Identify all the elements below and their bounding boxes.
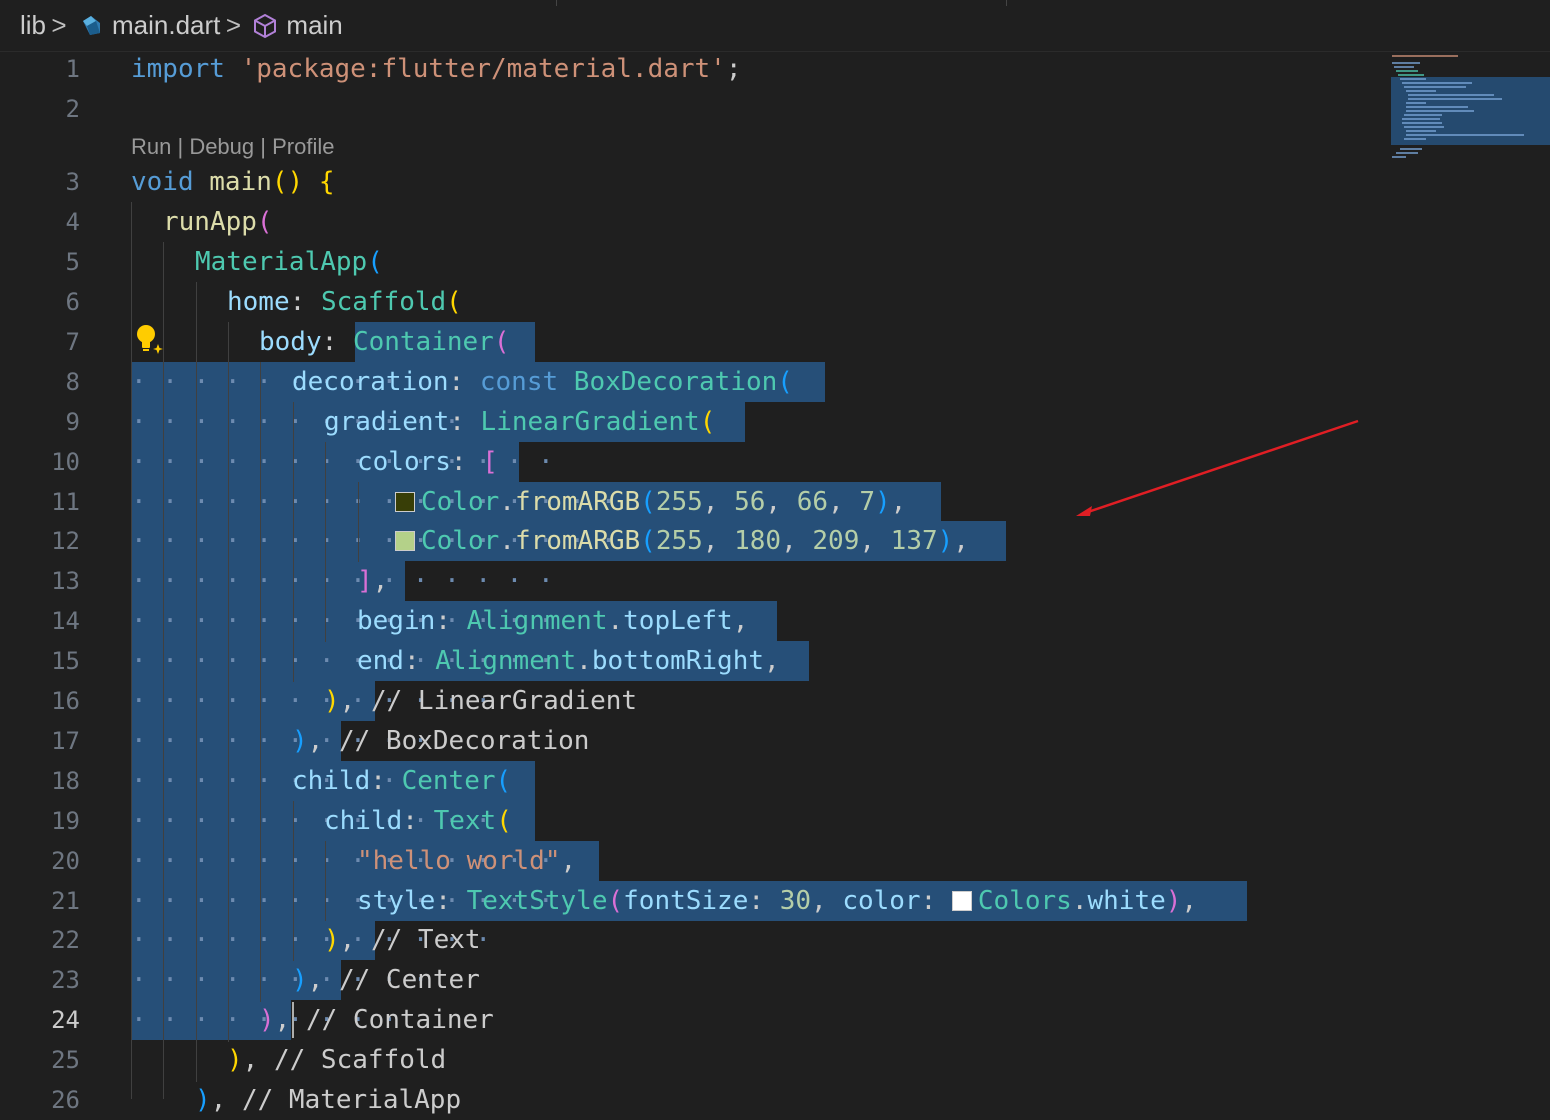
cube-icon [250, 11, 280, 41]
code-line-24: ), // Container [259, 1005, 494, 1035]
codelens-debug[interactable]: Debug [189, 134, 254, 159]
code-line-1: import 'package:flutter/material.dart'; [131, 54, 742, 84]
code-line-19: child: Text( [324, 806, 512, 836]
color-swatch-icon[interactable] [951, 891, 972, 911]
line-number[interactable]: 25 [0, 1040, 80, 1080]
code-line-14: begin: Alignment.topLeft, [357, 606, 749, 636]
code-line-12: Color.fromARGB(255, 180, 209, 137), [395, 521, 969, 561]
line-number[interactable]: 7 [0, 322, 80, 362]
lightbulb-icon[interactable] [132, 322, 166, 356]
code-line-4: runApp( [163, 207, 273, 237]
breadcrumb: lib > main.dart > main [0, 0, 1550, 52]
line-number[interactable]: 3 [0, 162, 80, 202]
codelens-profile[interactable]: Profile [272, 134, 334, 159]
annotation-arrow [1076, 419, 1359, 516]
line-number[interactable]: 14 [0, 601, 80, 641]
line-number[interactable]: 15 [0, 641, 80, 681]
code-editor[interactable]: · · · · · · · · · · · · · · · · · · · · … [0, 49, 1550, 1115]
code-line-15: end: Alignment.bottomRight, [357, 646, 780, 676]
line-number[interactable]: 19 [0, 801, 80, 841]
chevron-right-icon: > [51, 10, 67, 40]
code-line-3: void main() { [131, 167, 335, 197]
line-number[interactable]: 9 [0, 402, 80, 442]
indent-guide [293, 801, 294, 961]
line-number[interactable]: 5 [0, 242, 80, 282]
indent-guide [325, 841, 326, 921]
code-line-7: body: Container( [259, 327, 510, 357]
indent-guide [325, 442, 326, 642]
line-number[interactable]: 26 [0, 1080, 80, 1120]
indent-guide [358, 482, 359, 562]
indent-guide [228, 322, 229, 1042]
text-cursor [292, 1002, 294, 1038]
line-number[interactable]: 2 [0, 89, 80, 129]
breadcrumb-file[interactable]: main.dart [72, 10, 220, 41]
code-line-26: ), // MaterialApp [195, 1085, 462, 1115]
line-number[interactable]: 1 [0, 49, 80, 89]
code-line-6: home: Scaffold( [227, 287, 462, 317]
code-line-21: style: TextStyle(fontSize: 30, color: Co… [357, 886, 1198, 916]
code-line-23: ), // Center [292, 965, 480, 995]
code-line-18: child: Center( [292, 766, 512, 796]
breadcrumb-symbol[interactable]: main [246, 10, 343, 41]
indent-guide [260, 362, 261, 1002]
code-line-25: ), // Scaffold [227, 1045, 447, 1075]
color-swatch-icon[interactable] [395, 531, 415, 551]
color-swatch-icon[interactable] [395, 492, 415, 512]
line-number[interactable]: 6 [0, 282, 80, 322]
line-number[interactable]: 13 [0, 561, 80, 601]
line-number[interactable]: 10 [0, 442, 80, 482]
line-number[interactable]: 12 [0, 521, 80, 561]
code-line-8: decoration: const BoxDecoration( [292, 367, 793, 397]
chevron-right-icon: > [225, 10, 241, 40]
line-number[interactable]: 22 [0, 920, 80, 960]
line-number[interactable]: 11 [0, 482, 80, 522]
line-number[interactable]: 16 [0, 681, 80, 721]
indent-guide [163, 242, 164, 1099]
code-line-13: ], [357, 566, 389, 596]
line-number[interactable]: 24 [0, 1000, 80, 1040]
indent-guide [293, 402, 294, 682]
line-number[interactable]: 20 [0, 841, 80, 881]
minimap[interactable] [1388, 52, 1550, 182]
code-line-5: MaterialApp( [195, 247, 383, 277]
line-number[interactable]: 23 [0, 960, 80, 1000]
codelens-run[interactable]: Run [131, 134, 171, 159]
code-line-16: ), // LinearGradient [324, 686, 638, 716]
breadcrumb-folder[interactable]: lib [20, 10, 46, 41]
line-number[interactable]: 21 [0, 881, 80, 921]
code-line-17: ), // BoxDecoration [292, 726, 590, 756]
code-line-10: colors: [ [357, 447, 498, 477]
codelens: Run | Debug | Profile [131, 134, 335, 159]
code-line-22: ), // Text [324, 925, 481, 955]
whitespace-markers: · · · · · · · · · · · · · · [131, 566, 554, 596]
indent-guide [196, 282, 197, 1082]
line-number[interactable]: 17 [0, 721, 80, 761]
code-line-9: gradient: LinearGradient( [324, 407, 716, 437]
code-line-20: "hello world", [357, 846, 577, 876]
line-number[interactable]: 8 [0, 362, 80, 402]
line-number[interactable]: 4 [0, 202, 80, 242]
line-number[interactable]: 18 [0, 761, 80, 801]
dart-icon [76, 11, 106, 41]
code-line-11: Color.fromARGB(255, 56, 66, 7), [395, 482, 906, 522]
